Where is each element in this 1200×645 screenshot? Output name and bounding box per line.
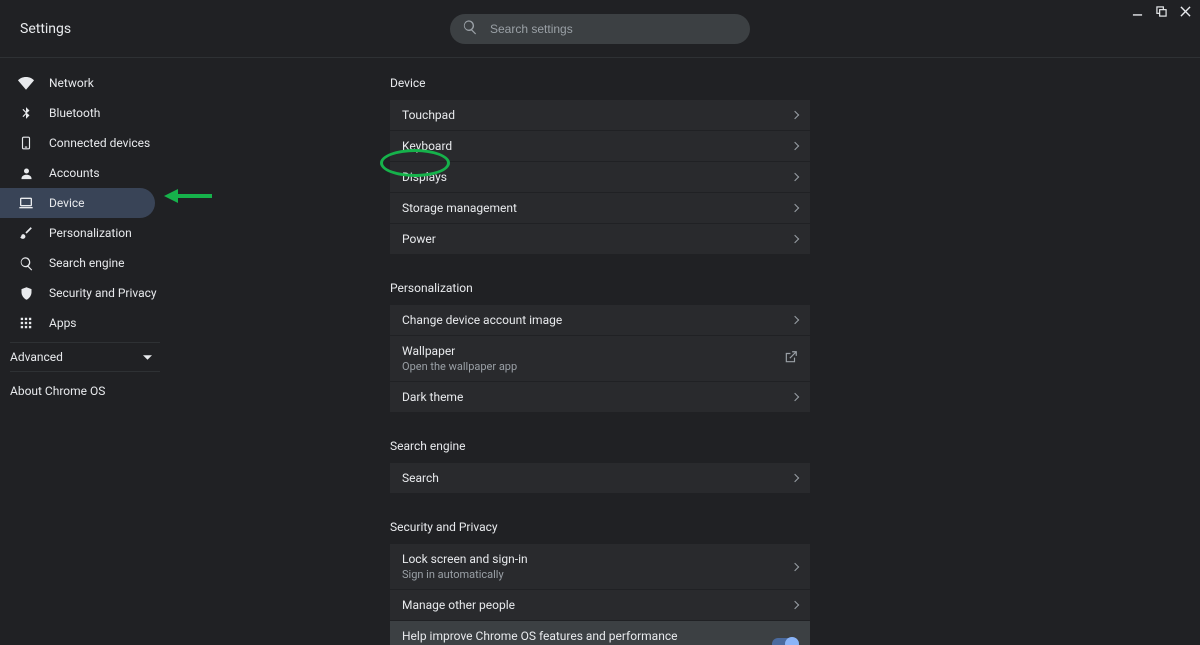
sidebar-item-network[interactable]: Network xyxy=(0,68,170,98)
sidebar-about[interactable]: About Chrome OS xyxy=(0,372,170,410)
search-box[interactable] xyxy=(450,14,750,44)
settings-row[interactable]: Touchpad xyxy=(390,100,810,131)
settings-row[interactable]: Displays xyxy=(390,162,810,193)
search-icon xyxy=(17,254,35,272)
row-sublabel: Open the wallpaper app xyxy=(402,360,517,373)
row-label: Help improve Chrome OS features and perf… xyxy=(402,629,683,643)
row-label: Search xyxy=(402,471,439,485)
sidebar-item-bluetooth[interactable]: Bluetooth xyxy=(0,98,170,128)
sidebar-item-device[interactable]: Device xyxy=(0,188,155,218)
settings-row[interactable]: Keyboard xyxy=(390,131,810,162)
sidebar-item-personalization[interactable]: Personalization xyxy=(0,218,170,248)
brush-icon xyxy=(17,224,35,242)
sidebar-item-label: Personalization xyxy=(49,226,132,240)
laptop-icon xyxy=(17,194,35,212)
settings-row[interactable]: Dark theme xyxy=(390,382,810,413)
chevron-right-icon xyxy=(791,173,799,181)
phone-icon xyxy=(17,134,35,152)
sidebar-item-apps[interactable]: Apps xyxy=(0,308,170,338)
sidebar-item-label: Search engine xyxy=(49,256,124,270)
sidebar-item-label: Accounts xyxy=(49,166,100,180)
apps-icon xyxy=(17,314,35,332)
person-icon xyxy=(17,164,35,182)
header: Settings xyxy=(0,0,1200,58)
sidebar-item-label: Apps xyxy=(49,316,77,330)
settings-row[interactable]: Lock screen and sign-in Sign in automatic… xyxy=(390,544,810,590)
chevron-right-icon xyxy=(791,235,799,243)
chevron-right-icon xyxy=(791,601,799,609)
settings-row[interactable]: Change device account image xyxy=(390,305,810,336)
sidebar-item-search-engine[interactable]: Search engine xyxy=(0,248,170,278)
row-label: Keyboard xyxy=(402,139,452,153)
chevron-right-icon xyxy=(791,474,799,482)
row-label: Lock screen and sign-in xyxy=(402,552,528,566)
settings-row[interactable]: Storage management xyxy=(390,193,810,224)
settings-row[interactable]: Help improve Chrome OS features and perf… xyxy=(390,621,810,645)
sidebar-item-label: Security and Privacy xyxy=(49,286,157,300)
chevron-right-icon xyxy=(791,111,799,119)
row-label: Displays xyxy=(402,170,447,184)
chevron-right-icon xyxy=(791,393,799,401)
section-title: Personalization xyxy=(390,275,810,305)
row-label: Dark theme xyxy=(402,390,463,404)
advanced-label: Advanced xyxy=(10,350,63,364)
about-label: About Chrome OS xyxy=(10,384,105,398)
shield-icon xyxy=(17,284,35,302)
section-title: Device xyxy=(390,70,810,100)
sidebar-item-label: Device xyxy=(49,196,85,210)
row-label: Storage management xyxy=(402,201,517,215)
row-label: Power xyxy=(402,232,436,246)
sidebar-item-label: Bluetooth xyxy=(49,106,100,120)
row-label: Touchpad xyxy=(402,108,455,122)
main-content: Device Touchpad Keyboard Displays Storage ma… xyxy=(170,58,1200,645)
wifi-icon xyxy=(17,74,35,92)
sidebar-item-label: Connected devices xyxy=(49,136,150,150)
sidebar-item-label: Network xyxy=(49,76,94,90)
search-input[interactable] xyxy=(490,22,738,36)
settings-row[interactable]: Manage other people xyxy=(390,590,810,621)
sidebar-item-connected-devices[interactable]: Connected devices xyxy=(0,128,170,158)
toggle-switch[interactable] xyxy=(772,638,798,645)
chevron-right-icon xyxy=(791,204,799,212)
section-title: Search engine xyxy=(390,433,810,463)
section-title: Security and Privacy xyxy=(390,514,810,544)
search-icon xyxy=(462,19,478,39)
row-label: Manage other people xyxy=(402,598,515,612)
chevron-down-icon xyxy=(143,350,152,364)
sidebar-item-security-privacy[interactable]: Security and Privacy xyxy=(0,278,170,308)
row-label: Change device account image xyxy=(402,313,562,327)
chevron-right-icon xyxy=(791,316,799,324)
sidebar: Network Bluetooth Connected devices Acco… xyxy=(0,58,170,645)
chevron-right-icon xyxy=(791,142,799,150)
settings-row[interactable]: Power xyxy=(390,224,810,255)
settings-row[interactable]: Search xyxy=(390,463,810,494)
page-title: Settings xyxy=(20,21,71,37)
row-label: Wallpaper xyxy=(402,344,517,358)
settings-row[interactable]: Wallpaper Open the wallpaper app xyxy=(390,336,810,382)
sidebar-advanced[interactable]: Advanced xyxy=(10,342,160,372)
external-link-icon xyxy=(784,350,798,367)
sidebar-item-accounts[interactable]: Accounts xyxy=(0,158,170,188)
row-sublabel: Sign in automatically xyxy=(402,568,528,581)
bluetooth-icon xyxy=(17,104,35,122)
chevron-right-icon xyxy=(791,562,799,570)
